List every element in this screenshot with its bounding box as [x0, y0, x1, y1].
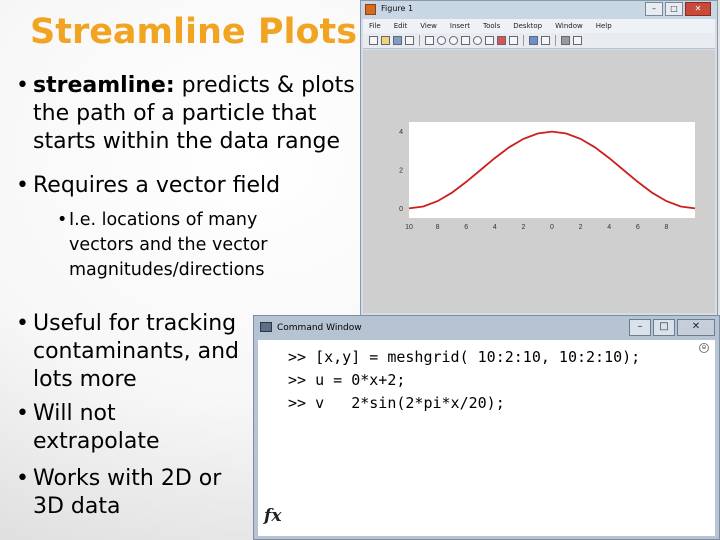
bullet-line: Will not — [33, 401, 116, 426]
bullet-line: Requires a vector field — [33, 173, 281, 198]
rotate-icon[interactable] — [473, 36, 482, 45]
figure-menubar: File Edit View Insert Tools Desktop Wind… — [363, 19, 715, 33]
minimize-button[interactable]: – — [645, 2, 663, 16]
bullet-line: the path of a particle that — [33, 101, 317, 126]
bullet-useful: • Useful for tracking contaminants, and … — [16, 310, 253, 394]
bullet-dot: • — [57, 210, 68, 230]
command-window[interactable]: Command Window – □ ✕ >> [x,y] = meshgrid… — [253, 315, 720, 540]
colorbar-icon[interactable] — [529, 36, 538, 45]
command-line: >> v 2*sin(2*pi*x/20); — [288, 394, 505, 412]
command-window-title: Command Window — [277, 323, 362, 333]
bullet-extrapolate: • Will not extrapolate — [16, 400, 253, 456]
y-tick-label: 2 — [399, 168, 403, 175]
bullet-line: contaminants, and — [33, 339, 239, 364]
zoom-in-icon[interactable] — [437, 36, 446, 45]
maximize-button[interactable]: □ — [665, 2, 683, 16]
x-tick-label: 4 — [607, 224, 611, 231]
data-cursor-icon[interactable] — [485, 36, 494, 45]
command-line: >> u = 0*x+2; — [288, 371, 406, 389]
bullet-works: • Works with 2D or 3D data — [16, 465, 253, 521]
zoom-out-icon[interactable] — [449, 36, 458, 45]
toolbar-separator — [555, 35, 556, 46]
print-icon[interactable] — [405, 36, 414, 45]
bullet-line: extrapolate — [33, 429, 160, 454]
bullet-line: starts within the data range — [33, 129, 341, 154]
bullet-requires: • Requires a vector field — [16, 172, 333, 200]
bullet-line: magnitudes/directions — [69, 260, 265, 280]
command-line: >> [x,y] = meshgrid( 10:2:10, 10:2:10); — [288, 348, 641, 366]
x-tick-label: 8 — [436, 224, 440, 231]
menu-view[interactable]: View — [420, 22, 437, 30]
x-tick-label: 4 — [493, 224, 497, 231]
x-tick-label: 0 — [550, 224, 554, 231]
figure-canvas[interactable]: 10 8 6 4 2 0 2 4 6 8 4 2 0 — [363, 50, 715, 313]
menu-insert[interactable]: Insert — [450, 22, 470, 30]
bullet-ie: • I.e. locations of many vectors and the… — [57, 208, 329, 283]
command-window-body[interactable]: >> [x,y] = meshgrid( 10:2:10, 10:2:10); … — [258, 340, 715, 536]
legend-icon[interactable] — [541, 36, 550, 45]
menu-tools[interactable]: Tools — [483, 22, 500, 30]
bullet-line: vectors and the vector — [69, 235, 268, 255]
bullet-dot: • — [16, 73, 29, 98]
figure-window-controls: – □ ✕ — [645, 2, 711, 16]
matlab-figure-icon — [365, 4, 376, 15]
bullet-line: I.e. locations of many — [69, 210, 258, 230]
bullet-dot: • — [16, 311, 29, 336]
bullet-dot: • — [16, 173, 29, 198]
bullet-keyword: streamline: — [33, 73, 175, 98]
brush-icon[interactable] — [497, 36, 506, 45]
pan-icon[interactable] — [461, 36, 470, 45]
bullet-streamline: • streamline: predicts & plots the path … — [16, 72, 363, 156]
x-tick-label: 8 — [664, 224, 668, 231]
scroll-indicator-icon[interactable]: ⊖ — [699, 343, 709, 353]
figure-titlebar[interactable]: Figure 1 – □ ✕ — [361, 1, 717, 19]
plot-area — [409, 122, 695, 218]
y-tick-label: 0 — [399, 206, 403, 213]
link-icon[interactable] — [509, 36, 518, 45]
x-tick-label: 2 — [521, 224, 525, 231]
bullet-line: Works with 2D or — [33, 466, 222, 491]
figure-window[interactable]: Figure 1 – □ ✕ File Edit View Insert Too… — [360, 0, 718, 316]
toolbar-separator — [523, 35, 524, 46]
menu-edit[interactable]: Edit — [394, 22, 408, 30]
close-button[interactable]: ✕ — [685, 2, 711, 16]
pointer-icon[interactable] — [425, 36, 434, 45]
maximize-button[interactable]: □ — [653, 319, 675, 336]
sine-plot: 10 8 6 4 2 0 2 4 6 8 4 2 0 — [399, 122, 696, 231]
open-folder-icon[interactable] — [381, 36, 390, 45]
bullet-dot: • — [16, 401, 29, 426]
y-tick-label: 4 — [399, 129, 403, 136]
hide-plot-tools-icon[interactable] — [561, 36, 570, 45]
save-icon[interactable] — [393, 36, 402, 45]
bullet-line: Useful for tracking — [33, 311, 237, 336]
bullet-line: lots more — [33, 367, 137, 392]
bullet-line: streamline: predicts & plots — [33, 72, 363, 100]
figure-toolbar — [363, 33, 715, 49]
close-button[interactable]: ✕ — [677, 319, 715, 336]
menu-window[interactable]: Window — [555, 22, 583, 30]
show-plot-tools-icon[interactable] — [573, 36, 582, 45]
menu-desktop[interactable]: Desktop — [513, 22, 542, 30]
x-tick-label: 6 — [636, 224, 640, 231]
menu-file[interactable]: File — [369, 22, 381, 30]
x-tick-label: 10 — [405, 224, 413, 231]
command-window-titlebar[interactable]: Command Window – □ ✕ — [254, 316, 719, 338]
bullet-line: 3D data — [33, 494, 121, 519]
minimize-button[interactable]: – — [629, 319, 651, 336]
x-tick-label: 2 — [579, 224, 583, 231]
command-window-controls: – □ ✕ — [629, 319, 715, 336]
command-window-icon — [260, 322, 272, 332]
toolbar-separator — [419, 35, 420, 46]
figure-title: Figure 1 — [381, 4, 414, 13]
x-tick-label: 6 — [464, 224, 468, 231]
menu-help[interactable]: Help — [596, 22, 612, 30]
bullet-text: predicts & plots — [174, 73, 355, 98]
bullet-dot: • — [16, 466, 29, 491]
function-browser-icon[interactable]: fx — [264, 506, 281, 526]
slide-title: Streamline Plots — [30, 12, 358, 52]
new-file-icon[interactable] — [369, 36, 378, 45]
